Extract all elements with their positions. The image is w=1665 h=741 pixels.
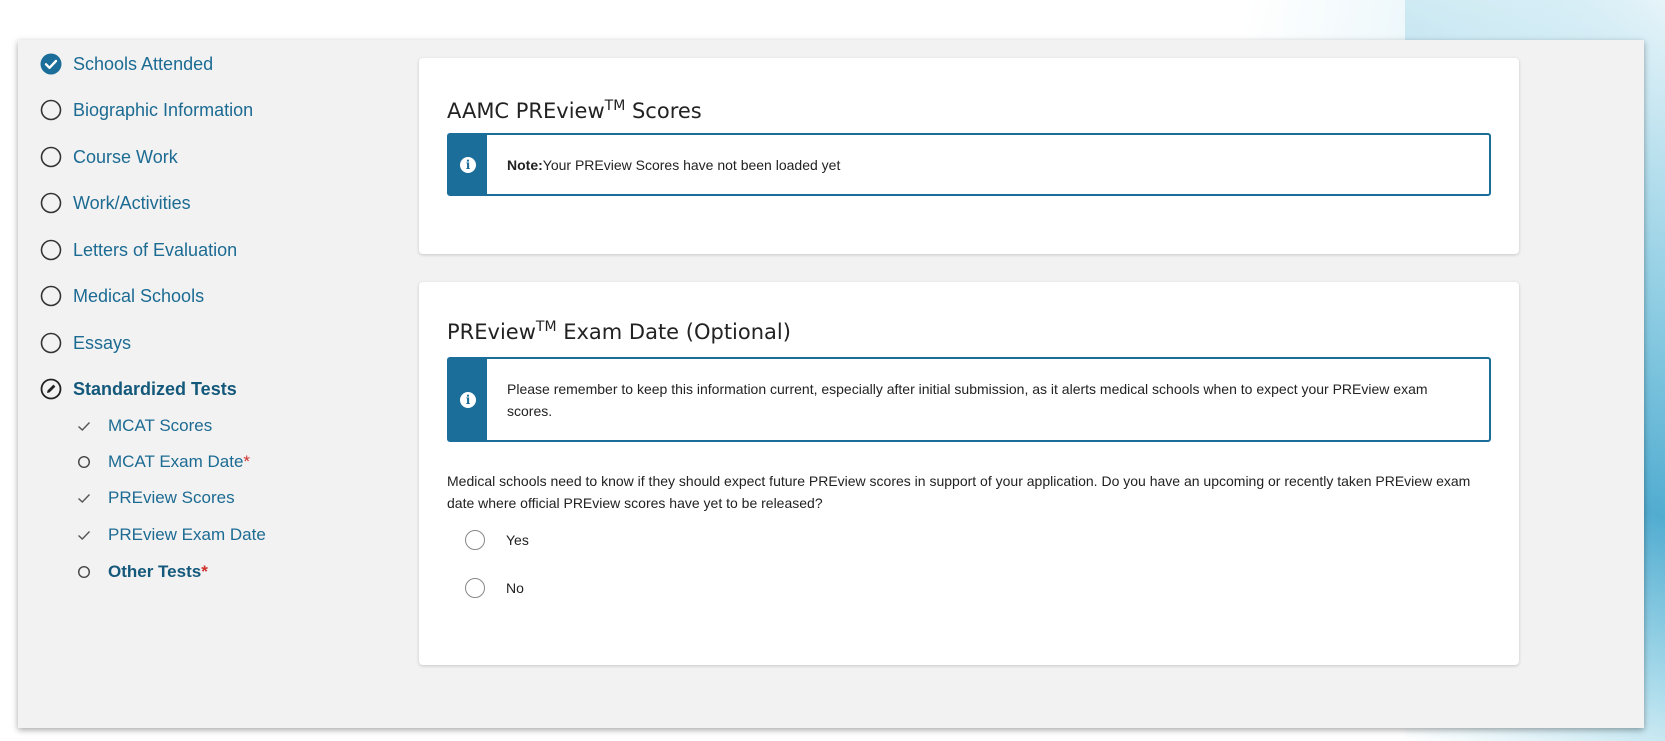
sidebar-item-work-activities[interactable]: Work/Activities <box>40 192 191 214</box>
alert-message: Please remember to keep this information… <box>507 380 1428 419</box>
card-title: PREviewTM Exam Date (Optional) <box>447 319 791 344</box>
sidebar-subitem-preview-exam-date[interactable]: PREview Exam Date <box>76 525 266 545</box>
sidebar-subitem-label: PREview Exam Date <box>108 525 266 544</box>
sidebar-item-label: Letters of Evaluation <box>73 239 238 260</box>
sidebar-subitem-other-tests[interactable]: Other Tests * <box>76 562 208 582</box>
check-icon <box>78 531 91 540</box>
alert-message: Note: Your PREview Scores have not been … <box>507 156 841 173</box>
small-circle-icon <box>77 565 91 579</box>
preview-scores-card: AAMC PREviewTM Scores i Note: Your PREvi… <box>419 58 1519 254</box>
radio-button[interactable] <box>465 530 485 550</box>
radio-option-no[interactable]: No <box>465 578 524 598</box>
sidebar-subitem-mcat-exam-date[interactable]: MCAT Exam Date * <box>76 452 250 472</box>
info-alert: i Please remember to keep this informati… <box>447 357 1491 442</box>
required-marker: * <box>243 452 251 471</box>
sidebar-item-schools-attended[interactable]: Schools Attended <box>40 53 213 75</box>
sidebar-item-biographic-information[interactable]: Biographic Information <box>40 99 253 121</box>
sidebar-subitem-label: Other Tests <box>108 562 202 581</box>
sidebar-subitem-mcat-scores[interactable]: MCAT Scores <box>76 416 212 436</box>
required-marker: * <box>201 562 208 581</box>
sidebar-item-standardized-tests[interactable]: Standardized Tests <box>40 378 237 400</box>
empty-circle-icon <box>40 239 62 261</box>
sidebar-item-label: Course Work <box>73 146 178 167</box>
check-icon <box>78 494 91 503</box>
check-icon <box>78 422 91 431</box>
sidebar-item-medical-schools[interactable]: Medical Schools <box>40 285 204 307</box>
sidebar-item-label: Biographic Information <box>73 99 254 120</box>
radio-option-yes[interactable]: Yes <box>465 530 529 550</box>
info-icon: i <box>460 391 476 408</box>
radio-label: No <box>506 580 524 596</box>
sidebar-item-course-work[interactable]: Course Work <box>40 146 178 168</box>
sidebar-item-label: Standardized Tests <box>73 378 237 399</box>
radio-button[interactable] <box>465 578 485 598</box>
card-title: AAMC PREviewTM Scores <box>447 98 702 123</box>
pencil-circle-icon <box>40 378 62 400</box>
sidebar-subitem-label: MCAT Exam Date <box>108 452 244 471</box>
sidebar-item-label: Schools Attended <box>73 53 214 74</box>
sidebar-item-label: Work/Activities <box>73 192 191 213</box>
sidebar-item-label: Medical Schools <box>73 285 205 306</box>
empty-circle-icon <box>40 192 62 214</box>
alert-icon-bar: i <box>449 359 487 440</box>
preview-exam-date-card: PREviewTM Exam Date (Optional) i Please … <box>419 282 1519 665</box>
empty-circle-icon <box>40 99 62 121</box>
sidebar-item-letters-of-evaluation[interactable]: Letters of Evaluation <box>40 239 237 261</box>
sidebar-item-label: Essays <box>73 332 132 353</box>
sidebar-subitem-label: PREview Scores <box>108 488 235 507</box>
empty-circle-icon <box>40 332 62 354</box>
sidebar-subitem-preview-scores[interactable]: PREview Scores <box>76 488 235 508</box>
question-text: Medical schools need to know if they sho… <box>447 473 1471 511</box>
info-alert: i Note: Your PREview Scores have not bee… <box>447 133 1491 196</box>
empty-circle-icon <box>40 146 62 168</box>
sidebar-subitem-label: MCAT Scores <box>108 416 213 435</box>
empty-circle-icon <box>40 285 62 307</box>
application-frame: Schools Attended Biographic Information … <box>18 40 1644 728</box>
radio-label: Yes <box>506 532 529 548</box>
info-icon: i <box>460 156 476 173</box>
alert-icon-bar: i <box>449 135 487 194</box>
sidebar-item-essays[interactable]: Essays <box>40 332 131 354</box>
small-circle-icon <box>77 455 91 469</box>
check-circle-icon <box>40 53 62 75</box>
